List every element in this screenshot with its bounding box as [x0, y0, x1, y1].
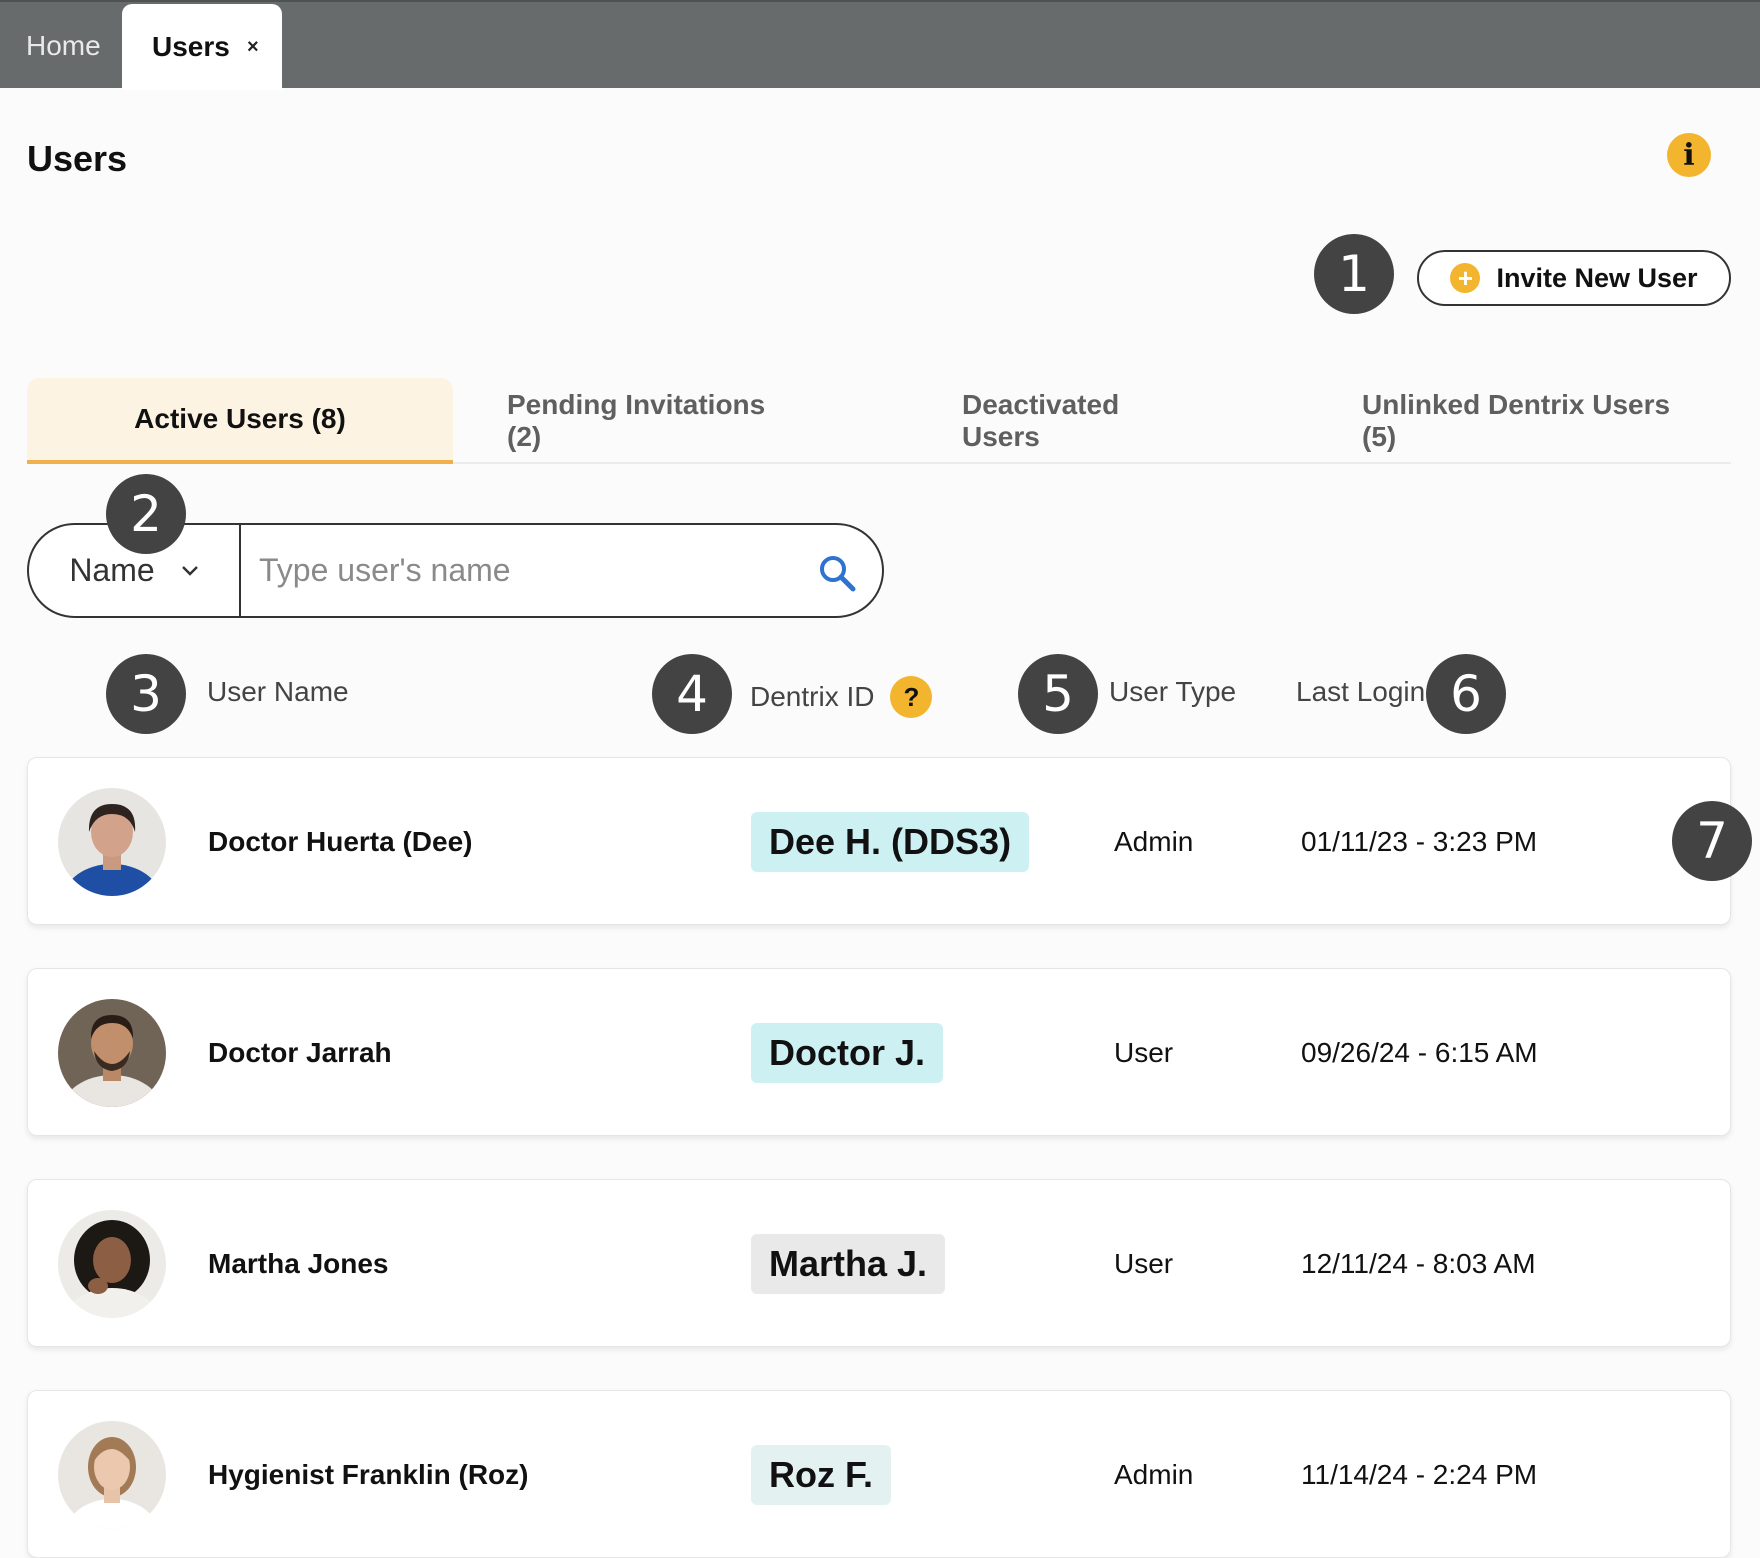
callout-marker-7: 7 — [1672, 801, 1752, 881]
user-name: Hygienist Franklin (Roz) — [208, 1459, 529, 1490]
tab-users[interactable]: Users × — [122, 4, 282, 90]
user-type-header-label: User Type — [1109, 676, 1237, 707]
dentrix-id-chip: Martha J. — [751, 1234, 946, 1294]
user-type: User — [1114, 1037, 1174, 1068]
table-row[interactable]: Doctor Huerta (Dee) Dee H. (DDS3) Admin … — [27, 757, 1731, 925]
user-name: Martha Jones — [208, 1248, 389, 1279]
tab-active-users-label: Active Users (8) — [134, 403, 346, 434]
user-type: Admin — [1114, 1459, 1194, 1490]
user-name: Doctor Jarrah — [208, 1037, 392, 1068]
callout-marker-6: 6 — [1426, 654, 1506, 734]
column-header-last-login[interactable]: Last Login — [1296, 676, 1425, 708]
tab-home[interactable]: Home — [26, 2, 101, 90]
table-row[interactable]: Hygienist Franklin (Roz) Roz F. Admin 11… — [27, 1390, 1731, 1558]
last-login-header-label: Last Login — [1296, 676, 1426, 707]
page-title: Users — [27, 138, 128, 179]
close-icon[interactable]: × — [242, 36, 264, 58]
callout-marker-2: 2 — [106, 474, 186, 554]
chevron-down-icon — [181, 565, 198, 576]
top-tab-bar: Home Users × — [0, 0, 1760, 90]
user-type: User — [1114, 1248, 1174, 1279]
user-status-tabs: Active Users (8) Pending Invitations (2)… — [27, 378, 1731, 464]
plus-icon: + — [1450, 263, 1481, 293]
invite-new-user-button[interactable]: + Invite New User — [1417, 250, 1731, 306]
tab-pending-label: Pending Invitations (2) — [507, 389, 766, 452]
info-icon[interactable]: i — [1667, 133, 1711, 177]
avatar — [58, 1421, 166, 1529]
avatar — [58, 1210, 166, 1318]
callout-marker-3: 3 — [106, 654, 186, 734]
search-icon[interactable] — [817, 553, 857, 593]
search-field-value: Name — [69, 552, 155, 588]
user-name-header-label: User Name — [207, 676, 349, 707]
dentrix-id-chip: Roz F. — [751, 1445, 891, 1505]
table-row[interactable]: Martha Jones Martha J. User 12/11/24 - 8… — [27, 1179, 1731, 1347]
callout-marker-4: 4 — [652, 654, 732, 734]
search-input[interactable] — [259, 525, 799, 616]
tab-home-label: Home — [26, 30, 101, 61]
help-icon[interactable]: ? — [890, 676, 933, 718]
tab-deactivated-users[interactable]: Deactivated Users — [962, 378, 1202, 464]
tab-deactivated-label: Deactivated Users — [962, 389, 1120, 452]
column-header-user-type[interactable]: User Type — [1109, 676, 1236, 708]
table-row[interactable]: Doctor Jarrah Doctor J. User 09/26/24 - … — [27, 968, 1731, 1136]
dentrix-id-header-label: Dentrix ID — [750, 681, 875, 712]
invite-button-label: Invite New User — [1496, 262, 1698, 293]
tab-unlinked-label: Unlinked Dentrix Users (5) — [1362, 389, 1671, 452]
callout-marker-1: 1 — [1314, 234, 1394, 314]
callout-marker-5: 5 — [1018, 654, 1098, 734]
tab-pending-invitations[interactable]: Pending Invitations (2) — [507, 378, 807, 464]
column-header-dentrix-id[interactable]: Dentrix ID ? — [750, 676, 933, 718]
avatar — [58, 788, 166, 896]
dentrix-id-chip: Dee H. (DDS3) — [751, 812, 1030, 872]
tab-users-label: Users — [152, 31, 230, 62]
dentrix-id-chip: Doctor J. — [751, 1023, 944, 1083]
tab-unlinked-dentrix-users[interactable]: Unlinked Dentrix Users (5) — [1362, 378, 1702, 464]
user-name: Doctor Huerta (Dee) — [208, 826, 473, 857]
last-login: 12/11/24 - 8:03 AM — [1301, 1248, 1536, 1279]
user-type: Admin — [1114, 826, 1194, 857]
last-login: 09/26/24 - 6:15 AM — [1301, 1037, 1538, 1068]
last-login: 01/11/23 - 3:23 PM — [1301, 826, 1538, 857]
column-header-user-name[interactable]: User Name — [207, 676, 349, 708]
last-login: 11/14/24 - 2:24 PM — [1301, 1459, 1538, 1490]
tab-active-users[interactable]: Active Users (8) — [27, 378, 453, 464]
avatar — [58, 999, 166, 1107]
